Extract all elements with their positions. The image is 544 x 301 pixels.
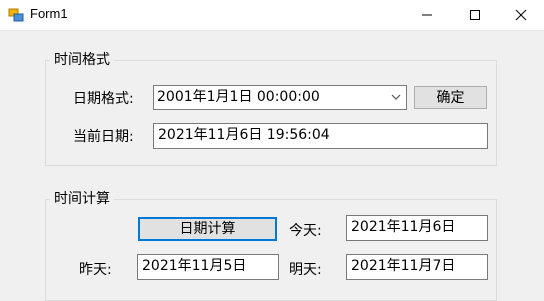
- format-groupbox: [45, 60, 497, 166]
- maximize-icon: [470, 10, 480, 20]
- window-title: Form1: [30, 6, 68, 21]
- minimize-icon: [422, 14, 432, 16]
- form-app-icon: [8, 8, 24, 22]
- title-bar: Form1: [0, 0, 544, 31]
- close-icon: [515, 9, 527, 21]
- format-combobox-value: 2001年1月1日 00:00:00: [157, 89, 320, 105]
- maximize-button[interactable]: [452, 0, 498, 30]
- today-label: 今天:: [289, 223, 322, 239]
- date-calc-button[interactable]: 日期计算: [138, 217, 277, 241]
- current-date-field[interactable]: 2021年11月6日 19:56:04: [153, 123, 488, 149]
- minimize-button[interactable]: [404, 0, 450, 30]
- close-button[interactable]: [498, 0, 544, 30]
- current-date-label: 当前日期:: [73, 129, 134, 145]
- yesterday-label: 昨天:: [79, 262, 112, 278]
- chevron-down-icon[interactable]: [390, 90, 402, 104]
- tomorrow-label: 明天:: [289, 262, 322, 278]
- format-group-legend: 时间格式: [50, 49, 114, 69]
- format-label: 日期格式:: [73, 91, 134, 107]
- today-field[interactable]: 2021年11月6日: [346, 215, 488, 241]
- calc-group-legend: 时间计算: [50, 188, 114, 208]
- tomorrow-field[interactable]: 2021年11月7日: [346, 254, 488, 280]
- format-combobox[interactable]: 2001年1月1日 00:00:00: [153, 85, 407, 110]
- yesterday-field[interactable]: 2021年11月5日: [137, 254, 279, 280]
- confirm-button[interactable]: 确定: [414, 86, 487, 109]
